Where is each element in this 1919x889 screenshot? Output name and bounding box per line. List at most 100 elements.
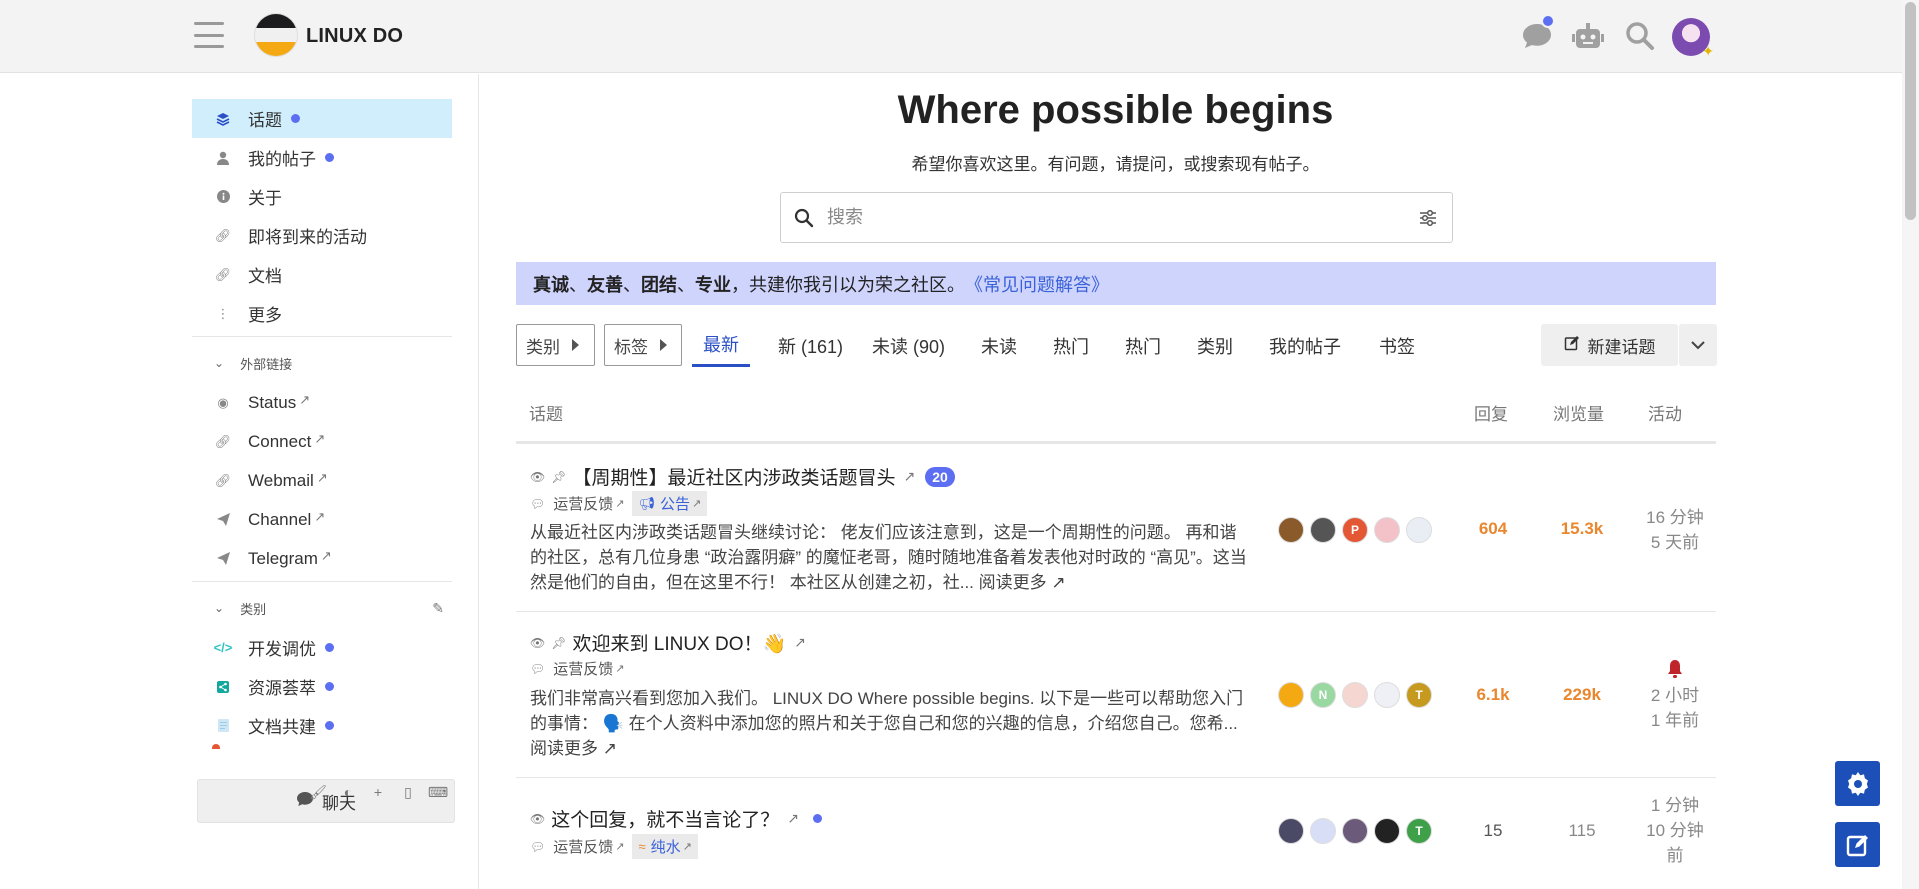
comments-icon: 💬︎ [530, 661, 546, 676]
poster-avatar[interactable] [1374, 818, 1400, 844]
poster-avatar[interactable] [1342, 682, 1368, 708]
poster-avatar[interactable]: T [1406, 682, 1432, 708]
tab-top[interactable]: 热门 [1125, 324, 1161, 367]
sidebar-item-category-dev[interactable]: </> 开发调优 [192, 628, 452, 667]
header-replies[interactable]: 回复 [1474, 400, 1508, 425]
banner-word: 专业 [695, 274, 731, 295]
new-topic-button[interactable]: 新建话题 [1541, 324, 1678, 366]
user-avatar[interactable]: ✦ [1672, 18, 1714, 59]
topic-title[interactable]: 这个回复，就不当言论了？ [551, 805, 779, 832]
sidebar-item-channel[interactable]: Channel ↗ [192, 500, 452, 539]
tag-dropdown[interactable]: 标签 [604, 324, 682, 366]
robot-icon[interactable] [1570, 18, 1606, 54]
header-topic[interactable]: 话题 [529, 400, 563, 425]
edit-icon[interactable]: ✎ [432, 600, 444, 617]
sidebar-item-telegram[interactable]: Telegram ↗ [192, 539, 452, 578]
page-subtitle: 希望你喜欢这里。有问题，请提问，或搜索现有帖子。 [911, 155, 1320, 174]
site-logo[interactable] [254, 13, 298, 57]
keyboard-icon[interactable]: ⌨ [428, 783, 448, 801]
topic-posters: P [1278, 517, 1432, 543]
read-more-link[interactable]: 阅读更多 [979, 573, 1047, 592]
sidebar-item-topics[interactable]: 话题 [192, 99, 452, 138]
header-activity[interactable]: 活动 [1648, 400, 1682, 425]
read-more-link[interactable]: 阅读更多 [530, 739, 598, 758]
sidebar: 话题 我的帖子 关于 🔗︎ 即将到来的活动 🔗︎ 文档 ⋮ 更多 ⌄ 外部链接 … [0, 74, 479, 889]
topic-title[interactable]: 欢迎来到 LINUX DO！👋 [572, 629, 786, 656]
topic-replies[interactable]: 15 [1453, 821, 1533, 841]
sidebar-item-label: 话题 [248, 111, 282, 130]
search-icon [781, 208, 827, 228]
tab-unread[interactable]: 未读 (90) [872, 324, 945, 367]
topic-activity[interactable]: 2 小时 1 年前 [1634, 659, 1716, 733]
poster-avatar[interactable] [1406, 517, 1432, 543]
topic-title[interactable]: 【周期性】最近社区内涉政类话题冒头 [572, 463, 895, 490]
poster-avatar[interactable] [1278, 517, 1304, 543]
faq-link[interactable]: 《常见问题解答》 [965, 271, 1109, 297]
sidebar-item-my-posts[interactable]: 我的帖子 [192, 138, 452, 177]
topic-activity[interactable]: 16 分钟 5 天前 [1634, 505, 1716, 555]
reply-count-badge[interactable]: 20 [925, 466, 955, 487]
sidebar-item-upcoming-events[interactable]: 🔗︎ 即将到来的活动 [192, 216, 452, 255]
sidebar-item-more[interactable]: ⋮ 更多 [192, 294, 452, 333]
sidebar-section-categories[interactable]: ⌄ 类别 ✎ [192, 593, 452, 623]
chat-icon[interactable] [1519, 14, 1555, 54]
poster-avatar[interactable] [1310, 818, 1336, 844]
scrollbar-thumb[interactable] [1905, 2, 1916, 220]
poster-avatar[interactable]: P [1342, 517, 1368, 543]
tab-bookmarks[interactable]: 书签 [1379, 324, 1415, 367]
topic-category[interactable]: 运营反馈 [553, 658, 613, 679]
brush-icon[interactable]: 🖌︎ [309, 783, 327, 801]
new-topic-options-dropdown[interactable] [1679, 324, 1717, 366]
sidebar-item-category-resources[interactable]: 资源荟萃 [192, 667, 452, 706]
sidebar-item-docs[interactable]: 🔗︎ 文档 [192, 255, 452, 294]
topic-category[interactable]: 运营反馈 [553, 836, 613, 857]
poster-avatar[interactable] [1278, 818, 1304, 844]
category-dropdown[interactable]: 类别 [516, 324, 595, 366]
topic-tag[interactable]: 📢︎ 公告 ↗ [632, 491, 708, 516]
tab-hot[interactable]: 热门 [1053, 324, 1089, 367]
poster-avatar[interactable]: N [1310, 682, 1336, 708]
topic-activity[interactable]: 1 分钟 10 分钟 前 [1634, 793, 1716, 868]
poster-avatar[interactable] [1342, 818, 1368, 844]
external-link-icon: ↗ [615, 663, 625, 675]
poster-avatar[interactable] [1310, 517, 1336, 543]
sidebar-item-status[interactable]: ◉ Status ↗ [192, 383, 452, 422]
link-icon: 🔗︎ [214, 433, 232, 449]
mobile-icon[interactable]: ▯ [399, 783, 417, 801]
tab-latest[interactable]: 最新 [692, 324, 750, 367]
sidebar-item-webmail[interactable]: 🔗︎ Webmail ↗ [192, 461, 452, 500]
document-icon [212, 719, 234, 732]
chevron-down-icon [1691, 340, 1705, 349]
sidebar-section-external-links[interactable]: ⌄ 外部链接 [192, 348, 452, 378]
sidebar-divider [192, 581, 452, 582]
topic-replies[interactable]: 6.1k [1453, 685, 1533, 705]
theme-toggle-icon[interactable]: ◐ [339, 783, 357, 801]
tab-unseen[interactable]: 未读 [981, 324, 1017, 367]
search-options-icon[interactable] [1404, 209, 1452, 226]
topic-replies[interactable]: 604 [1453, 519, 1533, 539]
compose-fab-button[interactable] [1835, 822, 1880, 867]
tab-my-posts[interactable]: 我的帖子 [1269, 324, 1341, 367]
plus-icon[interactable]: + [369, 783, 387, 801]
poster-avatar[interactable] [1278, 682, 1304, 708]
topic-posters: N T [1278, 682, 1432, 708]
sidebar-item-category-docs[interactable]: 文档共建 [192, 706, 452, 745]
poster-avatar[interactable] [1374, 517, 1400, 543]
settings-fab-button[interactable] [1835, 761, 1880, 806]
header-views[interactable]: 浏览量 [1553, 400, 1604, 425]
megaphone-icon: 📢︎ [638, 495, 655, 511]
water-icon: ≈ [638, 839, 646, 854]
sidebar-item-connect[interactable]: 🔗︎ Connect ↗ [192, 422, 452, 461]
tab-categories[interactable]: 类别 [1197, 324, 1233, 367]
page-scrollbar[interactable] [1902, 0, 1919, 889]
topic-tag[interactable]: ≈ 纯水 ↗ [632, 834, 698, 859]
tab-new[interactable]: 新 (161) [778, 324, 843, 367]
topic-category[interactable]: 运营反馈 [553, 493, 613, 514]
search-icon[interactable] [1622, 18, 1658, 54]
sidebar-item-about[interactable]: 关于 [192, 177, 452, 216]
poster-avatar[interactable]: T [1406, 818, 1432, 844]
menu-icon[interactable] [194, 20, 224, 50]
search-input[interactable] [827, 207, 1404, 228]
site-name[interactable]: LINUX DO [306, 25, 403, 48]
poster-avatar[interactable] [1374, 682, 1400, 708]
